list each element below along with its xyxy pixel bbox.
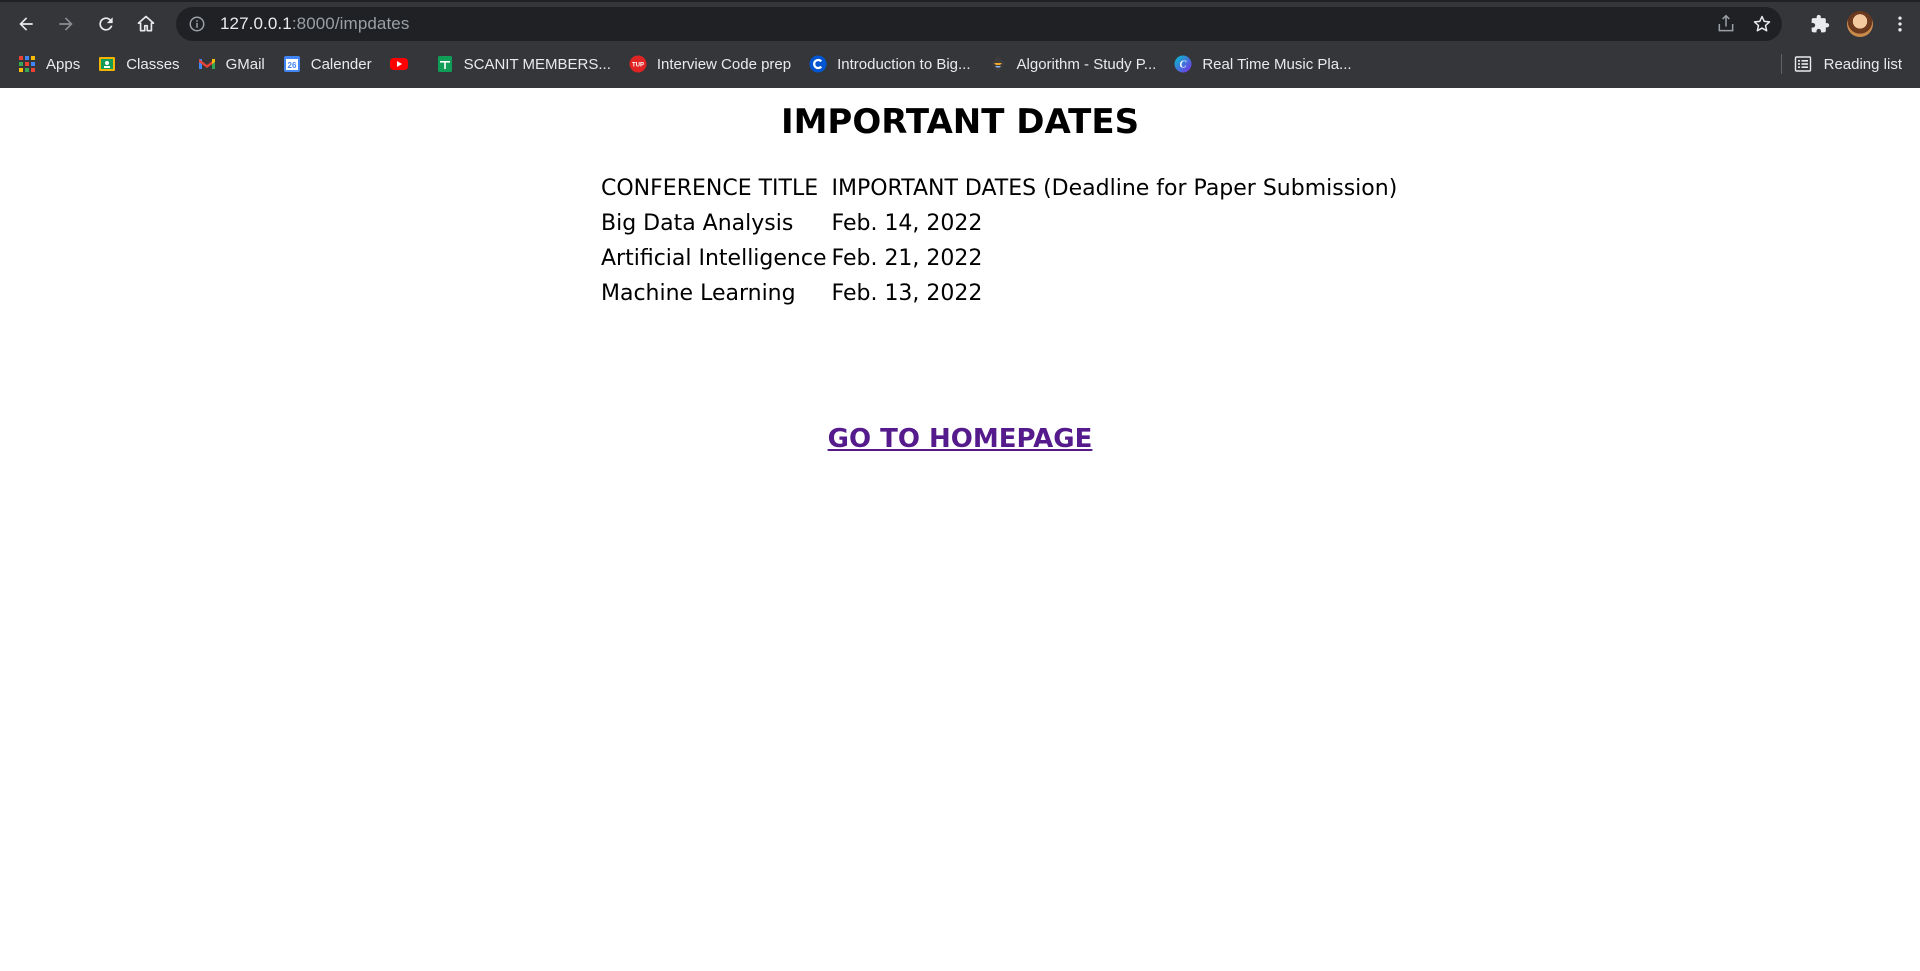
bookmark-real-time-music[interactable]: C Real Time Music Pla...: [1174, 50, 1359, 78]
browser-chrome: 127.0.0.1:8000/impdates Apps Classes GMa…: [0, 0, 1920, 88]
gmail-icon: [198, 55, 216, 73]
bookmark-label: Algorithm - Study P...: [1016, 55, 1157, 73]
youtube-icon: [389, 55, 408, 73]
puzzle-icon: [1811, 14, 1830, 33]
google-classroom-icon: [98, 55, 116, 73]
bookmark-youtube[interactable]: [389, 50, 426, 78]
google-sheets-icon: [436, 55, 454, 73]
bookmark-interview-code-prep[interactable]: TUP Interview Code prep: [629, 50, 799, 78]
bookmark-label: GMail: [225, 55, 265, 73]
bookmark-scanit-members[interactable]: SCANIT MEMBERS...: [436, 50, 619, 78]
url-path: :8000/impdates: [291, 14, 410, 33]
reading-list-button[interactable]: Reading list: [1794, 50, 1902, 78]
table-row: Artificial Intelligence Feb. 21, 2022: [600, 243, 1398, 275]
bookmark-algorithm-study[interactable]: Algorithm - Study P...: [989, 50, 1165, 78]
home-icon: [137, 15, 155, 32]
conference-title-cell: Machine Learning: [601, 281, 796, 306]
menu-button[interactable]: [1880, 4, 1920, 44]
conference-title-cell: Artificial Intelligence: [601, 246, 827, 271]
address-bar-actions: [1716, 7, 1772, 41]
home-button[interactable]: [126, 4, 166, 44]
study-planner-icon: [989, 55, 1007, 73]
kebab-menu-icon: [1898, 16, 1902, 32]
bookmark-intro-big-data[interactable]: Introduction to Big...: [809, 50, 978, 78]
forward-button[interactable]: [46, 4, 86, 44]
bookmark-classes[interactable]: Classes: [98, 50, 187, 78]
bookmark-gmail[interactable]: GMail: [198, 50, 273, 78]
bookmark-star-icon[interactable]: [1752, 14, 1772, 34]
bookmark-label: Calender: [310, 55, 372, 73]
table-row: Big Data Analysis Feb. 14, 2022: [600, 208, 1398, 240]
profile-avatar[interactable]: [1847, 11, 1873, 37]
site-info-icon[interactable]: [188, 15, 206, 33]
url-host: 127.0.0.1: [220, 14, 292, 33]
column-header-important-dates: IMPORTANT DATES (Deadline for Paper Subm…: [831, 176, 1398, 201]
page-content: IMPORTANT DATES CONFERENCE TITLE IMPORTA…: [0, 88, 1920, 971]
bookmarks-separator: [1781, 54, 1782, 74]
address-bar[interactable]: 127.0.0.1:8000/impdates: [176, 7, 1782, 41]
go-to-homepage-link[interactable]: GO TO HOMEPAGE: [828, 424, 1093, 454]
homepage-link-wrapper: GO TO HOMEPAGE: [0, 424, 1920, 454]
column-header-conference-title: CONFERENCE TITLE: [601, 176, 819, 201]
deadline-cell: Feb. 13, 2022: [831, 281, 983, 306]
extensions-button[interactable]: [1800, 4, 1840, 44]
reading-list-label: Reading list: [1823, 55, 1902, 73]
table-row: Machine Learning Feb. 13, 2022: [600, 278, 1398, 310]
arrow-left-icon: [19, 17, 33, 31]
important-dates-table: CONFERENCE TITLE IMPORTANT DATES (Deadli…: [597, 170, 1401, 313]
bookmarks-bar: Apps Classes GMail 26 Calender SCANIT ME…: [0, 46, 1920, 82]
deadline-cell: Feb. 14, 2022: [831, 211, 983, 236]
page-title: IMPORTANT DATES: [780, 102, 1140, 142]
tutorialspoint-icon: TUP: [629, 55, 647, 73]
url-text[interactable]: 127.0.0.1:8000/impdates: [220, 14, 409, 34]
browser-toolbar: 127.0.0.1:8000/impdates: [0, 2, 1920, 46]
conference-title-cell: Big Data Analysis: [601, 211, 794, 236]
apps-grid-icon: [18, 55, 36, 73]
bookmark-label: Introduction to Big...: [837, 55, 971, 73]
canva-icon: C: [1174, 55, 1192, 73]
bookmark-label: Real Time Music Pla...: [1202, 55, 1352, 73]
share-icon[interactable]: [1716, 14, 1736, 34]
arrow-right-icon: [59, 17, 73, 31]
reload-icon: [99, 17, 113, 31]
table-header-row: CONFERENCE TITLE IMPORTANT DATES (Deadli…: [600, 173, 1398, 205]
deadline-cell: Feb. 21, 2022: [831, 246, 983, 271]
bookmark-calendar[interactable]: 26 Calender: [283, 50, 380, 78]
back-button[interactable]: [6, 4, 46, 44]
google-calendar-icon: 26: [283, 55, 301, 73]
bookmark-apps[interactable]: Apps: [18, 50, 88, 78]
bookmark-label: Classes: [126, 55, 180, 73]
bookmark-label: SCANIT MEMBERS...: [463, 55, 611, 73]
reload-button[interactable]: [86, 4, 126, 44]
svg-text:TUP: TUP: [632, 63, 644, 69]
coursera-icon: [809, 55, 827, 73]
bookmark-label: Interview Code prep: [656, 55, 792, 73]
bookmark-label: Apps: [46, 55, 81, 73]
reading-list-icon: [1794, 56, 1811, 72]
toolbar-right: [1800, 2, 1920, 46]
svg-text:C: C: [1180, 60, 1187, 71]
svg-text:26: 26: [287, 61, 296, 70]
